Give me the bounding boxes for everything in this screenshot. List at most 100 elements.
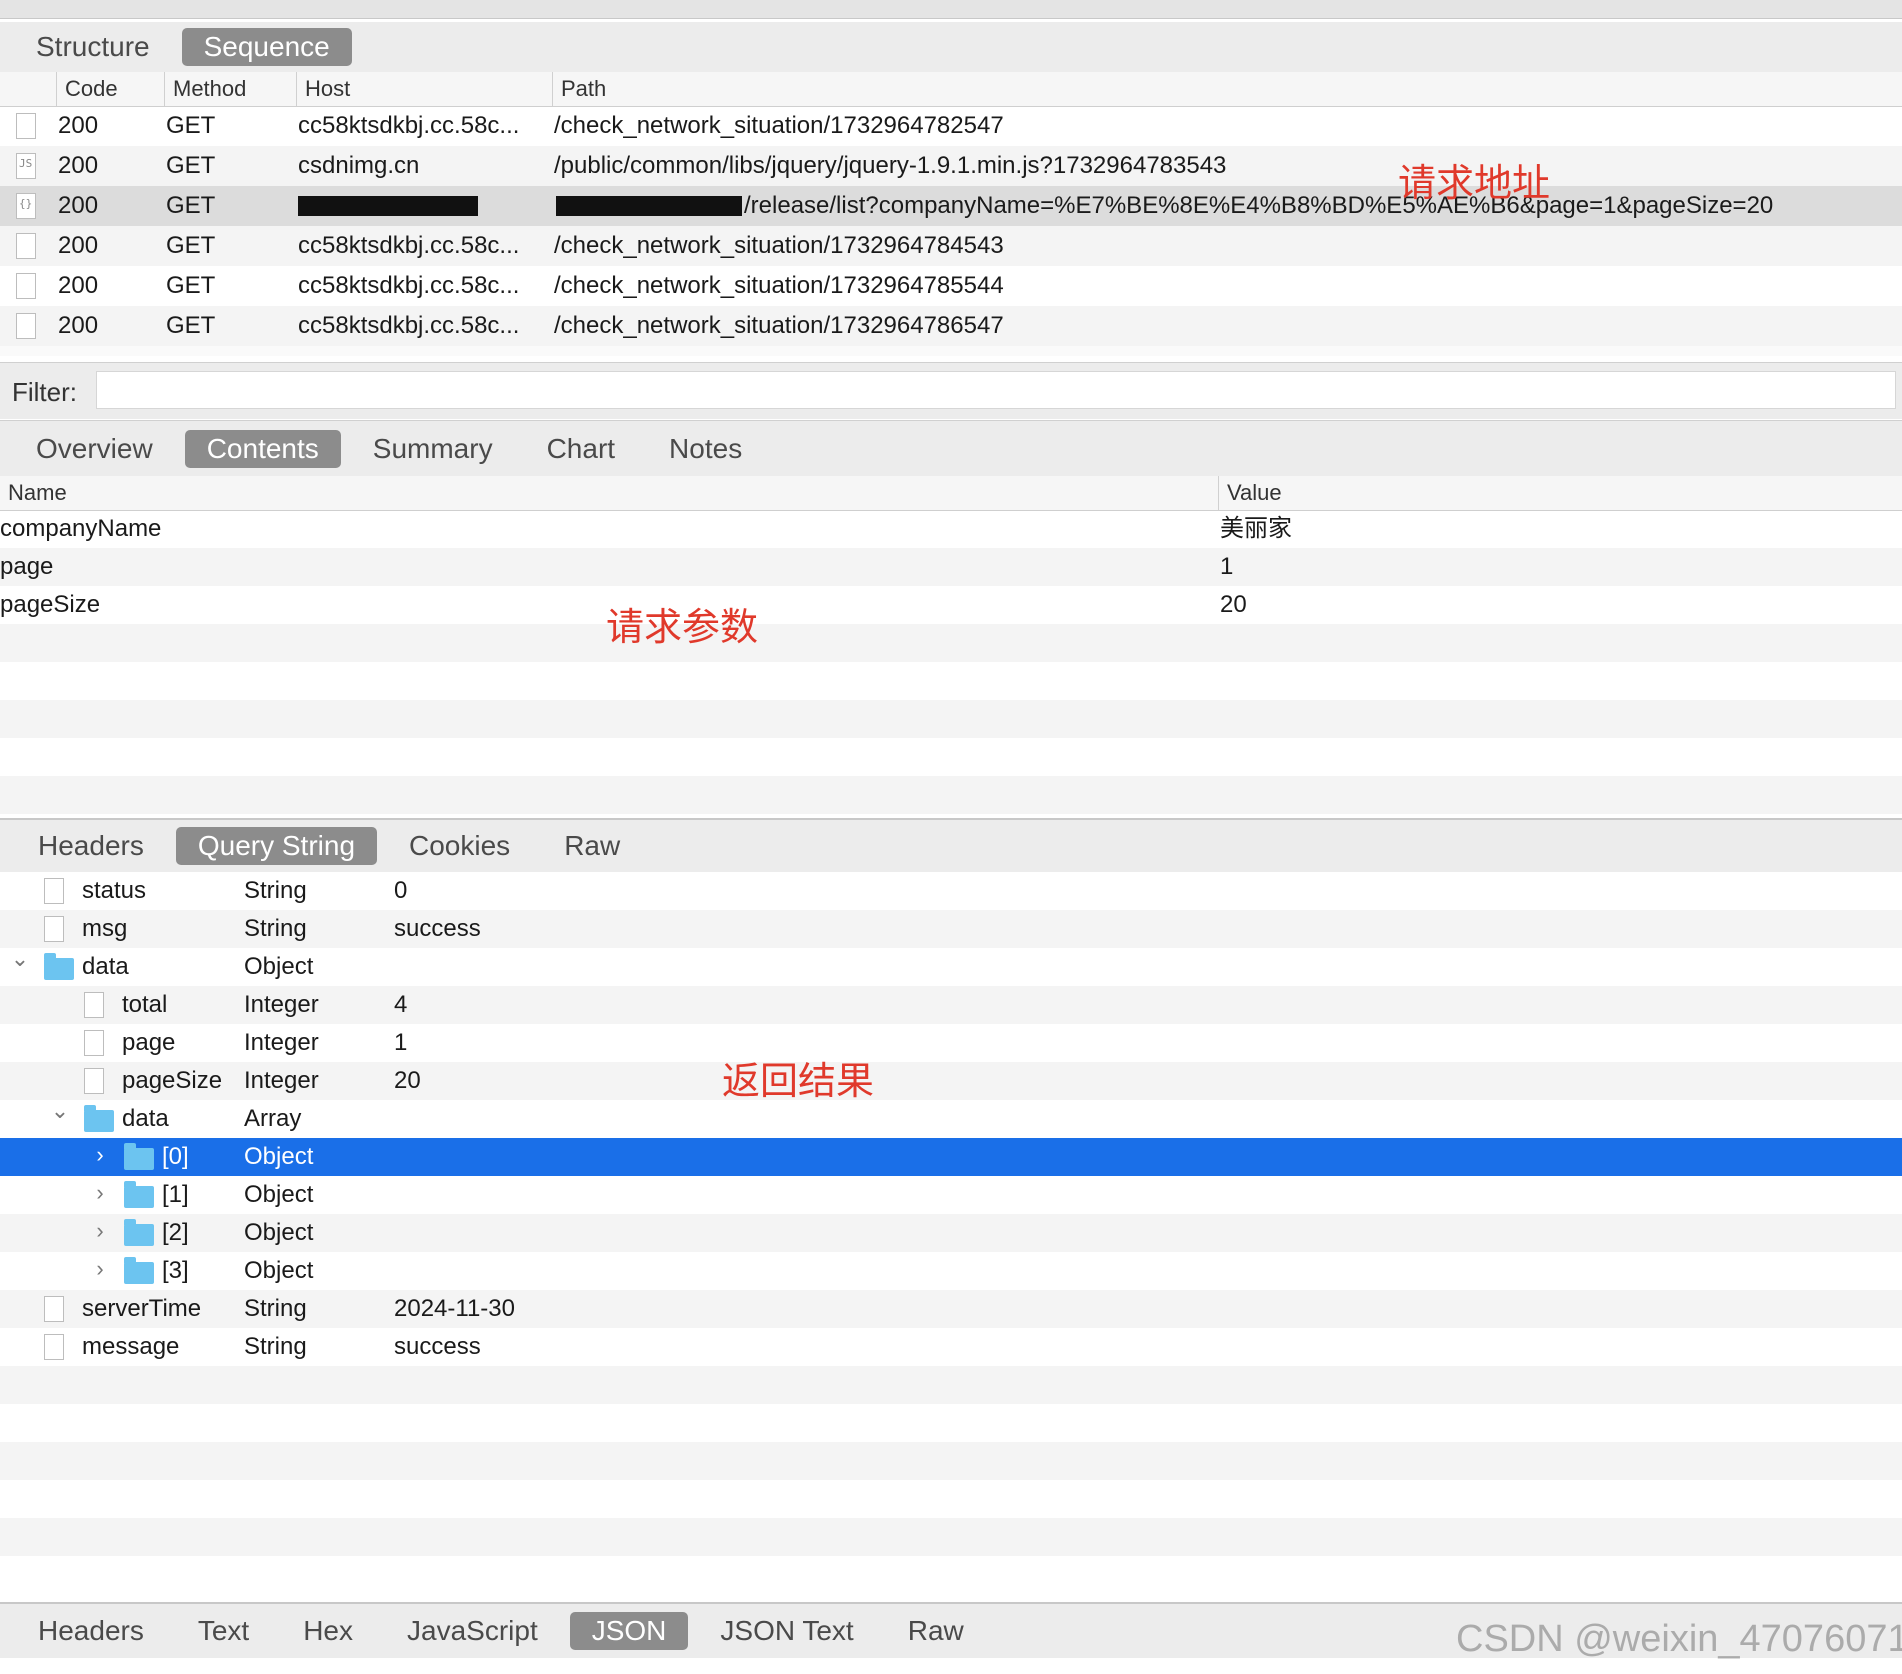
tree-row-data[interactable]: ⌄ data Object [0,946,1902,986]
tab-chart[interactable]: Chart [525,430,637,468]
tree-row-msg[interactable]: msg String success [0,910,1902,948]
param-value: 1 [1220,553,1234,580]
chevron-right-icon[interactable]: › [90,1180,110,1206]
response-tab-javascript[interactable]: JavaScript [385,1612,560,1650]
param-value: 20 [1220,591,1247,618]
chevron-right-icon[interactable]: › [90,1142,110,1168]
request-tab-raw[interactable]: Raw [542,827,642,865]
annotation-request-url: 请求地址 [1398,161,1551,205]
document-icon [44,1296,64,1322]
param-name: companyName [0,515,162,542]
response-tab-raw[interactable]: Raw [886,1612,986,1650]
response-tab-json-text[interactable]: JSON Text [698,1612,875,1650]
sequence-row[interactable]: 200 GET cc58ktsdkbj.cc.58c... /check_networ… [0,266,1902,306]
tree-row-2[interactable]: › [2] Object [0,1214,1902,1252]
sequence-row[interactable]: 200 GET cc58ktsdkbj.cc.58c... /check_networ… [0,226,1902,266]
tree-row-status[interactable]: status String 0 [0,872,1902,910]
response-tab-hex[interactable]: Hex [281,1612,375,1650]
tab-notes[interactable]: Notes [647,430,764,468]
node-type: Array [244,1105,302,1132]
window-top-strip [0,0,1902,19]
node-name: serverTime [82,1295,202,1322]
node-value: 0 [394,877,408,904]
node-type: Integer [244,1067,319,1094]
param-row[interactable]: companyName 美丽家 [0,510,1902,548]
param-name: pageSize [0,591,101,618]
tree-row-data[interactable]: ⌄ data Array [0,1098,1902,1138]
filter-label: Filter: [12,377,77,407]
empty-row [0,700,1902,738]
column-header-method[interactable]: Method [164,72,293,106]
empty-row [0,1556,1902,1594]
tree-row-message[interactable]: message String success [0,1328,1902,1366]
node-name: status [82,877,147,904]
sequence-row[interactable]: 200 GET cc58ktsdkbj.cc.58c... /check_networ… [0,106,1902,146]
tab-structure[interactable]: Structure [14,28,172,66]
request-tab-query-string[interactable]: Query String [175,827,378,865]
node-type: Integer [244,991,319,1018]
path-cell: /release/list?companyName=%E7%BE%8E%E4%B… [744,192,1774,219]
folder-icon [124,1257,154,1284]
tab-overview[interactable]: Overview [14,430,175,468]
tree-row-0[interactable]: › [0] Object [0,1138,1902,1176]
column-header-code[interactable]: Code [56,72,165,106]
path-cell: /check_network_situation/1732964782547 [554,112,1004,139]
folder-icon [124,1219,154,1246]
host-cell: cc58ktsdkbj.cc.58c... [298,112,520,139]
method-cell: GET [166,312,216,339]
sequence-row[interactable]: JS 200 GET csdnimg.cn/public/common/libs/jq… [0,146,1902,186]
node-type: Integer [244,1029,319,1056]
tab-sequence[interactable]: Sequence [181,28,352,66]
node-value: 1 [394,1029,408,1056]
file-icon [16,113,36,139]
response-tab-json[interactable]: JSON [569,1612,689,1650]
param-row[interactable]: pageSize 20 [0,586,1902,624]
column-header-value[interactable]: Value [1218,476,1902,510]
document-icon [44,916,64,942]
sequence-row[interactable]: 200 GET cc58ktsdkbj.cc.58c... /check_networ… [0,306,1902,346]
column-header-path[interactable]: Path [552,72,1901,106]
chevron-right-icon[interactable]: › [90,1256,110,1282]
tree-row-total[interactable]: total Integer 4 [0,986,1902,1024]
param-row[interactable]: page 1 [0,548,1902,586]
chevron-down-icon[interactable]: ⌄ [10,946,30,972]
sequence-row[interactable]: {} 200 GET/release/list?companyName=%E7%BE… [0,186,1902,226]
request-tab-cookies[interactable]: Cookies [387,827,532,865]
tree-row-page[interactable]: page Integer 1 [0,1024,1902,1062]
node-value: success [394,915,481,942]
method-cell: GET [166,152,216,179]
code-cell: 200 [58,232,99,259]
sequence-row-partial [0,346,1902,356]
empty-row [0,1518,1902,1556]
column-header-host[interactable]: Host [296,72,555,106]
response-tab-headers[interactable]: Headers [16,1612,166,1650]
tree-row-3[interactable]: › [3] Object [0,1252,1902,1290]
method-cell: GET [166,192,216,219]
host-cell: csdnimg.cn [298,152,420,179]
request-tab-headers[interactable]: Headers [16,827,166,865]
path-cell: /public/common/libs/jquery/jquery-1.9.1.… [554,152,1227,179]
chevron-down-icon[interactable]: ⌄ [50,1098,70,1124]
annotation-response-result: 返回结果 [722,1059,875,1103]
node-value: 4 [394,991,408,1018]
tree-row-pageSize[interactable]: pageSize Integer 20 [0,1062,1902,1100]
folder-icon [124,1181,154,1208]
tree-row-serverTime[interactable]: serverTime String 2024-11-30 [0,1290,1902,1328]
tree-row-1[interactable]: › [1] Object [0,1176,1902,1214]
node-type: String [244,915,307,942]
request-tab-bar: Headers Query String Cookies Raw [0,818,1902,872]
chevron-right-icon[interactable]: › [90,1218,110,1244]
redaction-host [298,196,478,216]
empty-row [0,1366,1902,1404]
method-cell: GET [166,232,216,259]
response-tab-text[interactable]: Text [176,1612,271,1650]
node-type: Object [244,1219,314,1246]
tab-summary[interactable]: Summary [351,430,515,468]
filter-input[interactable] [96,371,1896,409]
filter-bar: Filter: [0,362,1902,419]
node-name: msg [82,915,128,942]
param-value: 美丽家 [1220,515,1292,542]
empty-row [0,662,1902,700]
column-header-name[interactable]: Name [0,476,1208,510]
tab-contents[interactable]: Contents [184,430,341,468]
